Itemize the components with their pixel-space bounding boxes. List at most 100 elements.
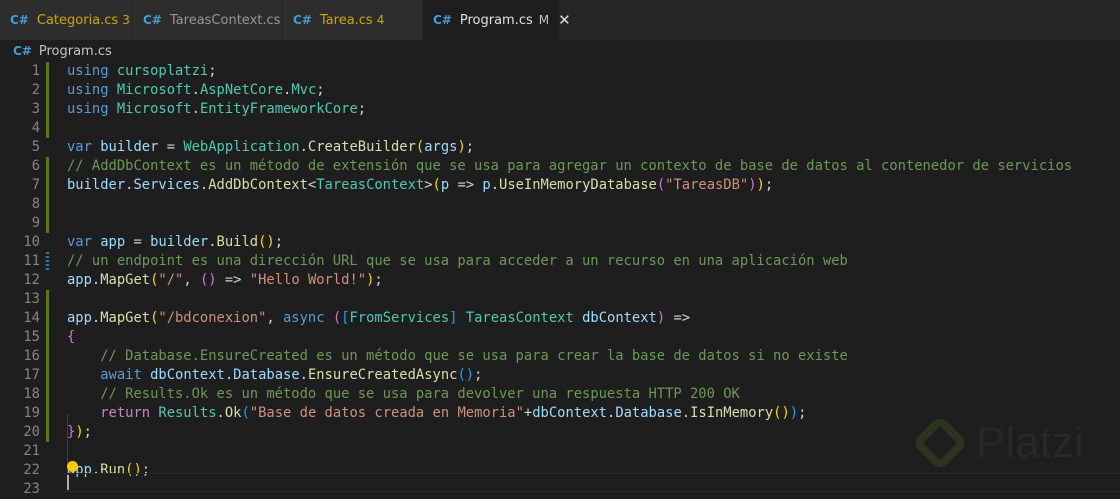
added-line-marker[interactable] <box>46 119 49 138</box>
code-line[interactable]: 1 using cursoplatzi; <box>0 62 1120 81</box>
code-token: ( <box>656 177 666 193</box>
code-token: ; <box>316 82 325 98</box>
code-token: MapGet <box>100 272 151 288</box>
code-token: builder <box>150 234 209 250</box>
csharp-file-icon: C# <box>433 13 452 27</box>
csharp-file-icon: C# <box>10 13 29 27</box>
line-number: 17 <box>23 367 40 383</box>
line-number: 18 <box>23 386 40 402</box>
code-token: ; <box>764 177 774 193</box>
code-line[interactable]: 2 using Microsoft.AspNetCore.Mvc; <box>0 81 1120 100</box>
tab-label: Categoria.cs <box>36 12 119 28</box>
code-line[interactable]: 6 // AddDbContext es un método de extensi… <box>0 157 1120 176</box>
line-number: 4 <box>31 120 40 136</box>
code-token: () <box>457 367 475 383</box>
added-line-marker[interactable] <box>46 309 49 328</box>
code-token: Services <box>133 177 200 193</box>
code-line[interactable]: 3 using Microsoft.EntityFrameworkCore; <box>0 100 1120 119</box>
code-token: using <box>67 82 109 98</box>
line-number: 22 <box>23 462 40 478</box>
code-token: ( <box>432 177 441 193</box>
code-line[interactable]: 12 app.MapGet("/", () => "Hello World!"); <box>0 271 1120 290</box>
line-number: 1 <box>31 63 40 79</box>
added-line-marker[interactable] <box>46 81 49 100</box>
platzi-logo-icon <box>911 414 969 472</box>
line-number: 16 <box>23 348 40 364</box>
line-number: 11 <box>23 253 40 269</box>
code-line[interactable]: 4 <box>0 119 1120 138</box>
code-token: p <box>440 177 450 193</box>
code-text: using Microsoft.AspNetCore.Mvc; <box>67 81 325 100</box>
code-token: , <box>183 272 200 288</box>
added-line-marker[interactable] <box>46 195 49 214</box>
code-token: ) <box>457 139 466 155</box>
added-line-marker[interactable] <box>46 366 49 385</box>
tab-categoria-cs[interactable]: C# Categoria.cs 3 <box>0 0 133 40</box>
code-text: }); <box>67 423 92 442</box>
code-token: . <box>299 367 308 383</box>
code-token: = <box>158 139 184 155</box>
code-token: () <box>773 405 790 421</box>
added-line-marker[interactable] <box>46 423 49 442</box>
tab-program-cs[interactable]: C# Program.cs M ✕ <box>423 0 571 40</box>
code-token: // Results.Ok es un método que se usa pa… <box>100 386 740 402</box>
code-token: . <box>191 82 200 98</box>
code-line[interactable]: 13 <box>0 290 1120 309</box>
lightbulb-icon[interactable] <box>67 461 78 472</box>
code-token: . <box>299 139 308 155</box>
code-token: dbContext <box>532 405 607 421</box>
code-token: ( <box>241 405 250 421</box>
code-line[interactable]: 8 <box>0 195 1120 214</box>
added-line-marker[interactable] <box>46 347 49 366</box>
code-line[interactable]: 17 await dbContext.Database.EnsureCreate… <box>0 366 1120 385</box>
code-token: . <box>490 177 500 193</box>
close-icon[interactable]: ✕ <box>558 11 571 29</box>
line-number: 14 <box>23 310 40 326</box>
added-line-marker[interactable] <box>46 100 49 119</box>
tab-tarea-cs[interactable]: C# Tarea.cs 4 <box>283 0 423 40</box>
tab-tareascontext-cs[interactable]: C# TareasContext.cs <box>133 0 283 40</box>
added-line-marker[interactable] <box>46 62 49 81</box>
code-line[interactable]: 7 builder.Services.AddDbContext<TareasCon… <box>0 176 1120 195</box>
breadcrumb-file[interactable]: Program.cs <box>39 44 112 59</box>
line-number: 20 <box>23 424 40 440</box>
code-line[interactable]: 15 { <box>0 328 1120 347</box>
code-token: => <box>216 272 250 288</box>
code-token: "/" <box>158 272 184 288</box>
added-line-marker[interactable] <box>46 328 49 347</box>
line-number: 9 <box>31 215 40 231</box>
code-line[interactable]: 18 // Results.Ok es un método que se usa… <box>0 385 1120 404</box>
modified-line-marker[interactable] <box>46 252 49 271</box>
added-line-marker[interactable] <box>46 290 49 309</box>
code-token: MapGet <box>100 310 151 326</box>
added-line-marker[interactable] <box>46 385 49 404</box>
added-line-marker[interactable] <box>46 404 49 423</box>
added-line-marker[interactable] <box>46 157 49 176</box>
code-token: () <box>258 234 275 250</box>
code-text: // AddDbContext es un método de extensió… <box>67 157 1072 176</box>
code-line[interactable]: 11 // un endpoint es una dirección URL qu… <box>0 252 1120 271</box>
added-line-marker[interactable] <box>46 214 49 233</box>
code-token: async <box>283 310 325 326</box>
code-line[interactable]: 9 <box>0 214 1120 233</box>
code-line[interactable]: 5 var builder = WebApplication.CreateBuil… <box>0 138 1120 157</box>
code-token: WebApplication <box>183 139 300 155</box>
code-line[interactable]: 14 app.MapGet("/bdconexion", async ([From… <box>0 309 1120 328</box>
code-token: app <box>67 272 92 288</box>
code-line[interactable]: 10 var app = builder.Build(); <box>0 233 1120 252</box>
code-token: "Hello World!" <box>249 272 367 288</box>
added-line-marker[interactable] <box>46 176 49 195</box>
code-token: ) <box>789 405 799 421</box>
code-token: > <box>424 177 433 193</box>
line-number: 3 <box>31 101 40 117</box>
current-line-highlight <box>60 473 1120 492</box>
code-text: app.MapGet("/", () => "Hello World!"); <box>67 271 383 290</box>
code-line[interactable]: 16 // Database.EnsureCreated es un métod… <box>0 347 1120 366</box>
code-token: await <box>100 367 142 383</box>
